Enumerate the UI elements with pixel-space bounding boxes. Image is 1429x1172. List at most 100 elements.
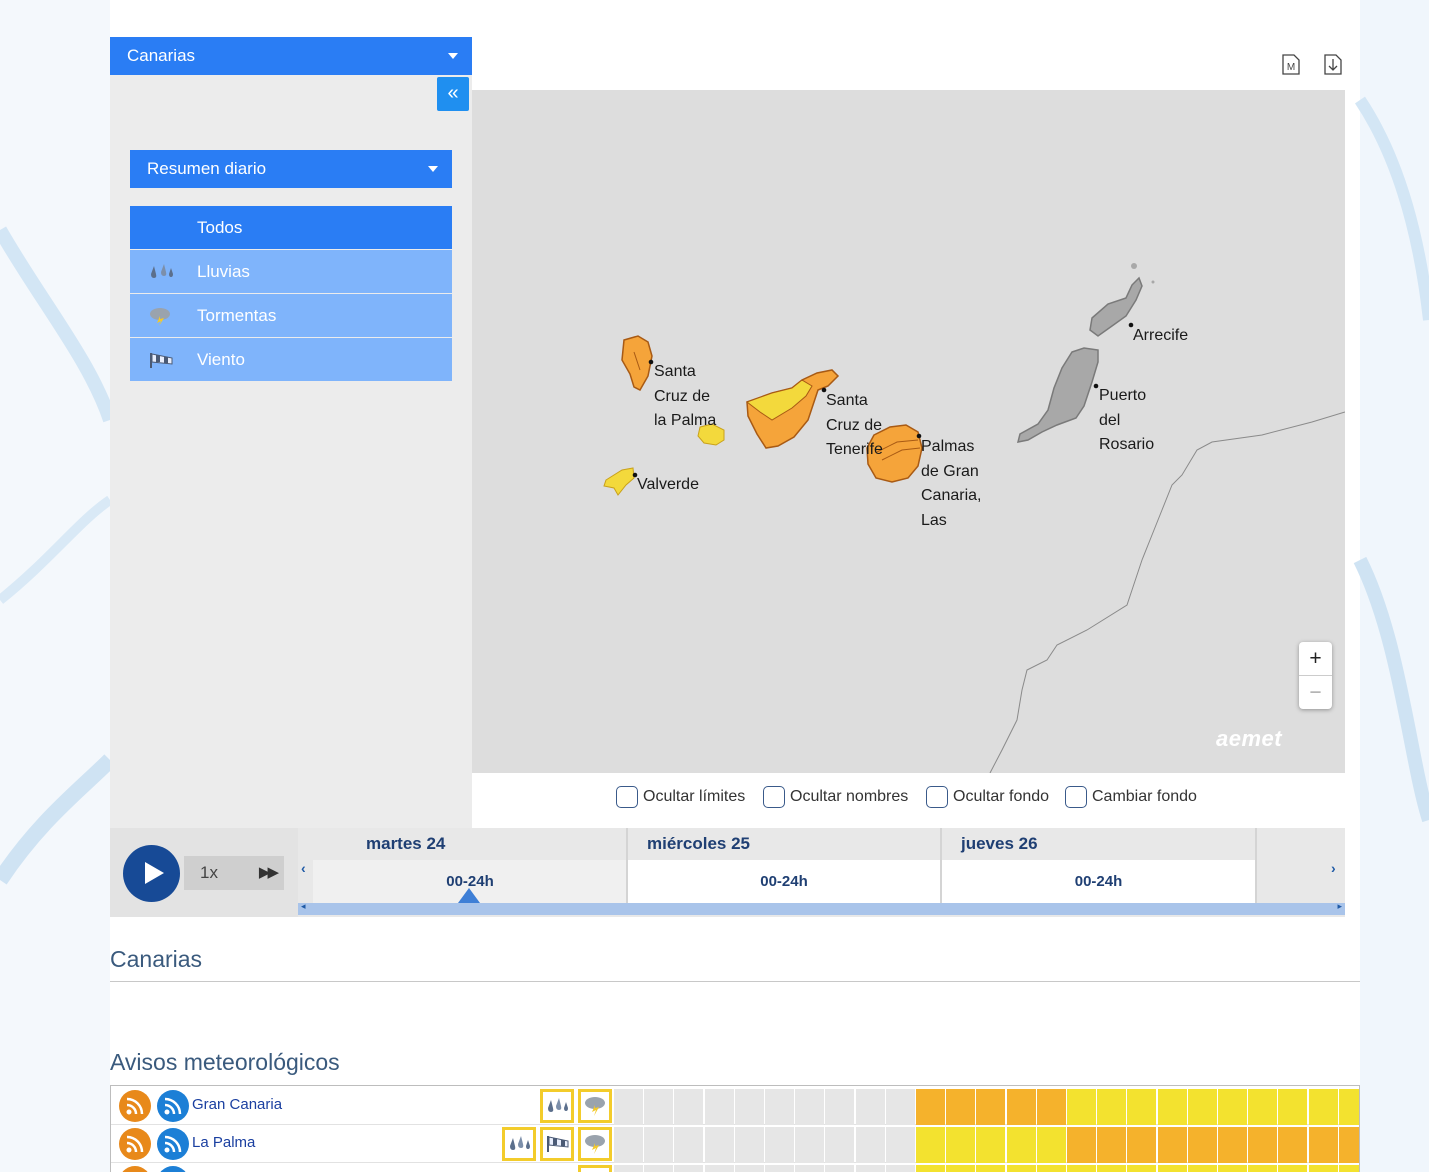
map-label-santa-cruz-de-la-palma: Santa Cruz de la Palma (654, 363, 717, 429)
collapse-panel-button[interactable]: « (437, 77, 469, 111)
change-background-checkbox[interactable]: Cambiar fondo (1065, 786, 1197, 808)
day-slot[interactable]: 00-24h (942, 860, 1255, 903)
warning-level-cell (855, 1089, 885, 1125)
rss-feed-icon[interactable] (157, 1128, 189, 1160)
warnings-table: Gran Canaria La Palma (110, 1085, 1360, 1172)
checkbox-box[interactable] (1065, 786, 1087, 808)
checkbox-label: Ocultar nombres (790, 788, 909, 805)
warning-level-cell (1338, 1089, 1359, 1125)
timeline-day-miercoles-25[interactable]: miércoles 25 00-24h (628, 828, 940, 903)
warning-level-cell (1187, 1127, 1217, 1163)
svg-text:M: M (1287, 62, 1295, 73)
timeline-prev-arrow[interactable]: ‹ (301, 860, 306, 876)
checkbox-label: Cambiar fondo (1092, 788, 1197, 805)
warning-level-cell (734, 1165, 764, 1172)
timeline-current-marker[interactable] (458, 888, 480, 903)
filter-item-label: Lluvias (197, 262, 250, 281)
speed-selector[interactable]: 1x ▶▶ (184, 856, 284, 890)
warning-level-cell (644, 1089, 674, 1125)
rss-feed-icon[interactable] (119, 1090, 151, 1122)
hide-names-checkbox[interactable]: Ocultar nombres (763, 786, 908, 808)
wind-icon (150, 353, 173, 368)
region-select-label: Canarias (127, 46, 196, 65)
zoom-out-button[interactable]: − (1299, 675, 1332, 709)
rain-icon (151, 264, 173, 278)
filter-item-todos[interactable]: Todos (130, 206, 452, 249)
hide-background-checkbox[interactable]: Ocultar fondo (926, 786, 1049, 808)
zoom-control: + − (1299, 642, 1332, 709)
warning-level-cell (795, 1127, 825, 1163)
warning-level-cell (885, 1165, 915, 1172)
aemet-logo: aemet (1216, 726, 1283, 751)
summary-select[interactable]: Resumen diario (130, 150, 452, 188)
storm-icon (578, 1127, 612, 1161)
filter-item-label: Tormentas (197, 306, 277, 325)
warning-level-cell (1218, 1089, 1247, 1125)
rss-feed-icon[interactable] (157, 1166, 189, 1172)
timeline-scrollbar[interactable]: ◂ ▸ (298, 901, 1345, 915)
warning-level-cell (674, 1165, 704, 1172)
filter-item-viento[interactable]: Viento (130, 338, 452, 381)
warning-level-cell (885, 1089, 915, 1125)
checkbox-box[interactable] (763, 786, 785, 808)
rss-feed-icon[interactable] (119, 1128, 151, 1160)
timeline-next-arrow[interactable]: › (1331, 860, 1336, 876)
warning-level-cell (1187, 1089, 1217, 1125)
warning-level-cell (946, 1165, 976, 1172)
warning-level-cell (885, 1127, 915, 1163)
warning-level-cell (1278, 1089, 1308, 1125)
hide-limits-checkbox[interactable]: Ocultar límites (616, 786, 745, 808)
play-button[interactable] (123, 845, 180, 902)
filter-item-lluvias[interactable]: Lluvias (130, 250, 452, 293)
fast-forward-icon[interactable]: ▶▶ (259, 856, 279, 890)
warning-level-cell (825, 1089, 855, 1125)
day-slot[interactable]: 00-24h (628, 860, 940, 903)
table-row: La Palma (111, 1124, 1359, 1163)
warning-level-cell (976, 1165, 1006, 1172)
region-select[interactable]: Canarias (110, 37, 472, 75)
warning-level-cell (1218, 1165, 1247, 1172)
rss-feed-icon[interactable] (157, 1090, 189, 1122)
warning-level-cell (1248, 1165, 1278, 1172)
warning-level-cell (674, 1127, 704, 1163)
map-document-icon[interactable]: M (1281, 52, 1301, 76)
map-label-las-palmas: Palmas de Gran Canaria, Las (921, 438, 982, 529)
warning-level-cell (855, 1165, 885, 1172)
scroll-right-arrow[interactable]: ▸ (1337, 901, 1342, 912)
warning-level-cell (1308, 1089, 1338, 1125)
map-label-valverde: Valverde (637, 476, 699, 493)
warnings-map[interactable] (472, 90, 1345, 773)
warning-level-cell (916, 1089, 945, 1125)
warning-level-cell (1006, 1165, 1036, 1172)
warning-level-cell (946, 1127, 976, 1163)
warning-level-cell (704, 1127, 734, 1163)
warning-level-cell (795, 1089, 825, 1125)
warning-level-cell (1036, 1127, 1066, 1163)
warning-level-cell (1097, 1165, 1127, 1172)
zone-link[interactable]: Gran Canaria (192, 1096, 282, 1113)
warning-level-cell (1248, 1127, 1278, 1163)
checkbox-label: Ocultar límites (643, 788, 746, 805)
warning-level-cell (1278, 1165, 1308, 1172)
rss-feed-icon[interactable] (119, 1166, 151, 1172)
warning-level-cell (1127, 1127, 1157, 1163)
scroll-left-arrow[interactable]: ◂ (301, 901, 306, 912)
rain-icon (540, 1089, 574, 1123)
warning-level-cell (1127, 1089, 1157, 1125)
warning-level-cell (734, 1127, 764, 1163)
download-icon[interactable] (1323, 52, 1343, 76)
checkbox-box[interactable] (616, 786, 638, 808)
warning-level-cell (976, 1127, 1006, 1163)
zoom-in-button[interactable]: + (1299, 642, 1332, 675)
warning-level-cell (1218, 1127, 1247, 1163)
warning-level-cell (1308, 1165, 1338, 1172)
wind-icon (540, 1127, 574, 1161)
day-separator (1255, 828, 1257, 903)
phenomenon-filter-list: Todos Lluvias Tormentas Viento (130, 206, 452, 382)
filter-item-tormentas[interactable]: Tormentas (130, 294, 452, 337)
checkbox-box[interactable] (926, 786, 948, 808)
zone-link[interactable]: La Palma (192, 1134, 255, 1151)
timeline-day-jueves-26[interactable]: jueves 26 00-24h (942, 828, 1255, 903)
warning-level-cell (1097, 1127, 1127, 1163)
warning-level-cell (1127, 1165, 1157, 1172)
